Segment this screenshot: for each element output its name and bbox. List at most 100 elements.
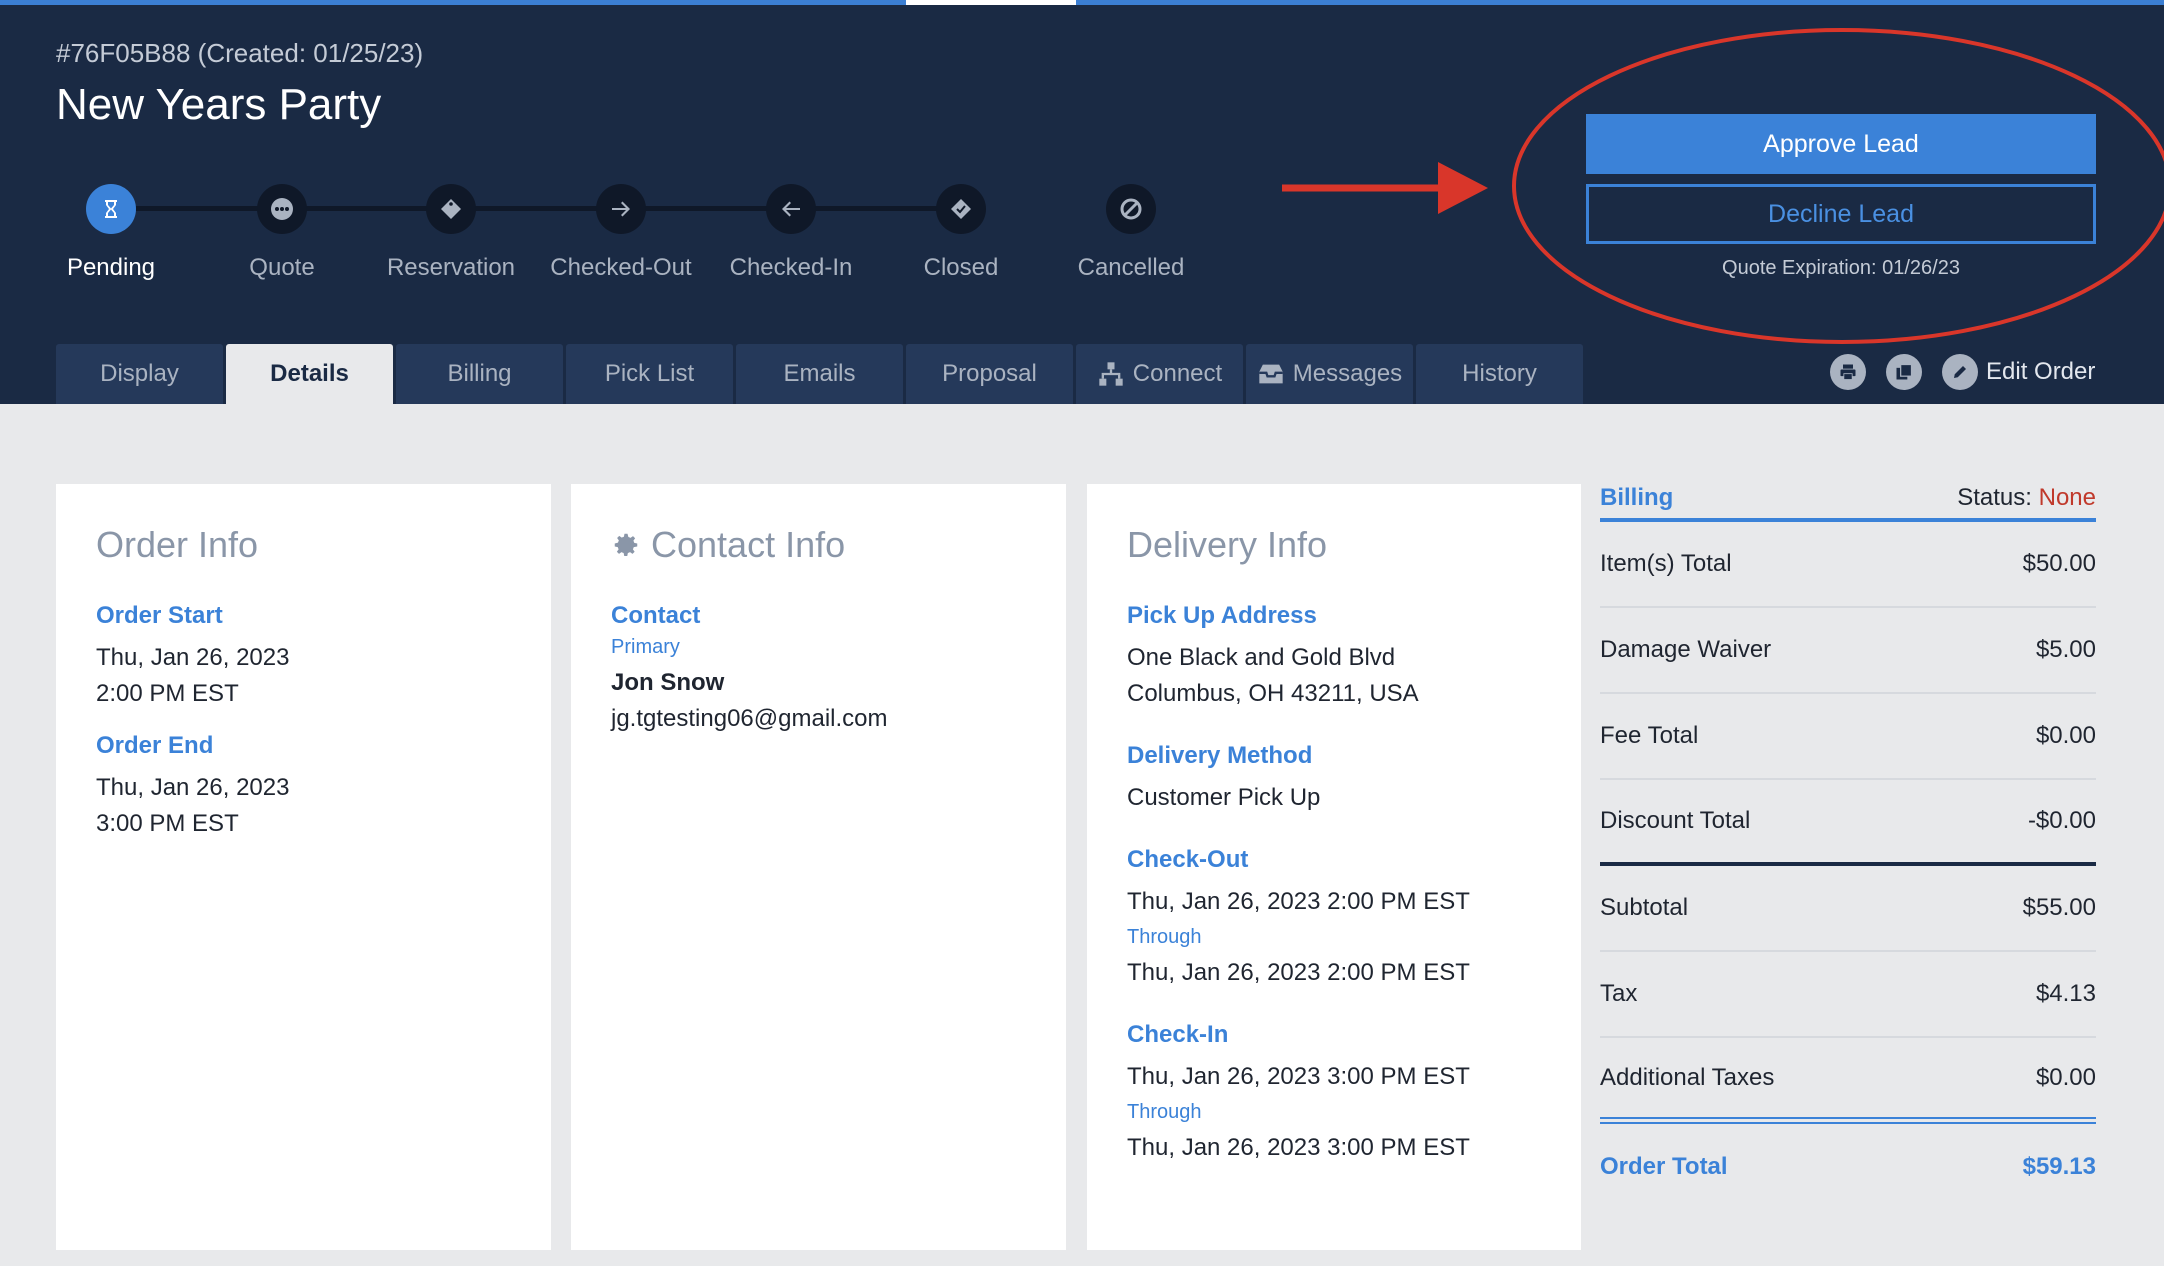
check-tag-icon — [936, 184, 986, 234]
edit-order-button[interactable]: Edit Order — [1942, 354, 2095, 390]
checkin-to: Thu, Jan 26, 2023 3:00 PM EST — [1127, 1134, 1470, 1161]
address-line-2: Columbus, OH 43211, USA — [1127, 680, 1419, 707]
top-progress-line — [0, 0, 2164, 5]
billing-row-discount-total: Discount Total -$0.00 — [1600, 780, 2096, 866]
order-info-title: Order Info — [96, 524, 259, 565]
billing-row-label: Fee Total — [1600, 722, 1699, 749]
order-start-time: 2:00 PM EST — [96, 680, 239, 707]
order-tabs: Display Details Billing Pick List Emails… — [56, 344, 1586, 404]
tag-icon — [426, 184, 476, 234]
tab-history[interactable]: History — [1416, 344, 1583, 404]
decline-lead-button[interactable]: Decline Lead — [1586, 184, 2096, 244]
step-label: Pending — [66, 254, 156, 281]
tab-display[interactable]: Display — [56, 344, 223, 404]
hourglass-icon — [86, 184, 136, 234]
tab-label: Details — [270, 360, 349, 387]
through-label: Through — [1127, 926, 1202, 948]
billing-row-value: $4.13 — [2035, 980, 2096, 1007]
step-label: Checked-In — [729, 254, 853, 281]
order-info-card: Order Info Order Start Thu, Jan 26, 2023… — [56, 484, 551, 1250]
tab-label: Display — [100, 360, 179, 387]
ellipsis-icon — [257, 184, 307, 234]
print-icon[interactable] — [1830, 354, 1866, 390]
step-label: Reservation — [386, 254, 516, 281]
tab-emails[interactable]: Emails — [736, 344, 903, 404]
order-end-time: 3:00 PM EST — [96, 810, 239, 837]
order-start-label: Order Start — [96, 602, 223, 629]
tab-label: Billing — [447, 360, 512, 387]
billing-summary: Billing Status: None Item(s) Total $50.00… — [1600, 484, 2096, 1210]
page-title: New Years Party — [56, 80, 382, 129]
order-start-date: Thu, Jan 26, 2023 — [96, 644, 290, 671]
billing-title[interactable]: Billing — [1600, 484, 1673, 512]
step-checked-out[interactable]: Checked-Out — [536, 184, 706, 282]
status-label: Status: — [1957, 484, 2032, 511]
billing-header: Billing Status: None — [1600, 484, 2096, 522]
checkout-label: Check-Out — [1127, 846, 1249, 873]
delivery-method-label: Delivery Method — [1127, 742, 1313, 769]
connect-icon — [1099, 362, 1123, 386]
order-toolbar: Edit Order — [1830, 354, 2095, 390]
delivery-info-title: Delivery Info — [1127, 524, 1328, 565]
order-end-date: Thu, Jan 26, 2023 — [96, 774, 290, 801]
primary-label: Primary — [611, 636, 680, 658]
step-checked-in[interactable]: Checked-In — [706, 184, 876, 282]
contact-info-title: Contact Info — [651, 524, 846, 565]
order-id: #76F05B88 (Created: 01/25/23) — [56, 38, 424, 68]
quote-expiration: Quote Expiration: 01/26/23 — [1722, 257, 1960, 279]
inbox-icon — [1259, 364, 1283, 384]
contact-info-card: Contact Info Contact Primary Jon Snow jg… — [571, 484, 1066, 1250]
step-closed[interactable]: Closed — [876, 184, 1046, 282]
step-label: Checked-Out — [550, 254, 692, 281]
pickup-address-label: Pick Up Address — [1127, 602, 1317, 629]
order-total-label: Order Total — [1600, 1153, 1728, 1180]
checkout-to: Thu, Jan 26, 2023 2:00 PM EST — [1127, 959, 1470, 986]
checkin-from: Thu, Jan 26, 2023 3:00 PM EST — [1127, 1063, 1470, 1090]
step-reservation[interactable]: Reservation — [366, 184, 536, 282]
billing-row-fee-total: Fee Total $0.00 — [1600, 694, 2096, 780]
tab-label: Pick List — [604, 360, 695, 387]
contact-email[interactable]: jg.tgtesting06@gmail.com — [611, 701, 1026, 737]
billing-row-label: Discount Total — [1600, 807, 1751, 834]
billing-row-value: $0.00 — [2035, 1063, 2096, 1091]
billing-row-label: Item(s) Total — [1600, 550, 1732, 577]
approve-lead-button[interactable]: Approve Lead — [1586, 114, 2096, 174]
billing-row-label: Additional Taxes — [1600, 1063, 1775, 1091]
arrow-right-icon — [596, 184, 646, 234]
tab-pick-list[interactable]: Pick List — [566, 344, 733, 404]
contact-label: Contact — [611, 602, 701, 629]
copy-icon[interactable] — [1886, 354, 1922, 390]
tab-messages[interactable]: Messages — [1246, 344, 1413, 404]
billing-row-items-total: Item(s) Total $50.00 — [1600, 522, 2096, 608]
billing-row-additional-taxes: Additional Taxes $0.00 — [1600, 1038, 2096, 1124]
delivery-info-card: Delivery Info Pick Up Address One Black … — [1087, 484, 1581, 1250]
pencil-icon — [1942, 354, 1978, 390]
billing-row-label: Tax — [1600, 980, 1638, 1007]
billing-row-order-total: Order Total $59.13 — [1600, 1124, 2096, 1210]
tab-billing[interactable]: Billing — [396, 344, 563, 404]
tab-label: Emails — [783, 360, 856, 387]
checkin-label: Check-In — [1127, 1021, 1229, 1048]
billing-row-label: Damage Waiver — [1600, 636, 1772, 663]
billing-row-label: Subtotal — [1600, 894, 1689, 921]
billing-row-value: $0.00 — [2035, 722, 2096, 749]
tab-proposal[interactable]: Proposal — [906, 344, 1073, 404]
address-line-1: One Black and Gold Blvd — [1127, 644, 1396, 671]
step-pending[interactable]: Pending — [26, 184, 196, 282]
order-end-label: Order End — [96, 732, 214, 759]
order-header: #76F05B88 (Created: 01/25/23) New Years … — [0, 0, 2164, 404]
ban-icon — [1106, 184, 1156, 234]
step-quote[interactable]: Quote — [197, 184, 367, 282]
billing-row-tax: Tax $4.13 — [1600, 952, 2096, 1038]
tab-connect[interactable]: Connect — [1076, 344, 1243, 404]
billing-status: Status: None — [1957, 484, 2096, 512]
tab-label: Proposal — [942, 360, 1037, 387]
order-total-value: $59.13 — [2022, 1153, 2096, 1180]
status-value: None — [2038, 484, 2096, 511]
step-label: Cancelled — [1077, 254, 1185, 281]
billing-row-value: -$0.00 — [2027, 807, 2096, 834]
contact-name: Jon Snow — [611, 669, 725, 696]
tab-details[interactable]: Details — [226, 344, 393, 404]
step-cancelled[interactable]: Cancelled — [1046, 184, 1216, 282]
billing-row-value: $55.00 — [2022, 894, 2096, 921]
